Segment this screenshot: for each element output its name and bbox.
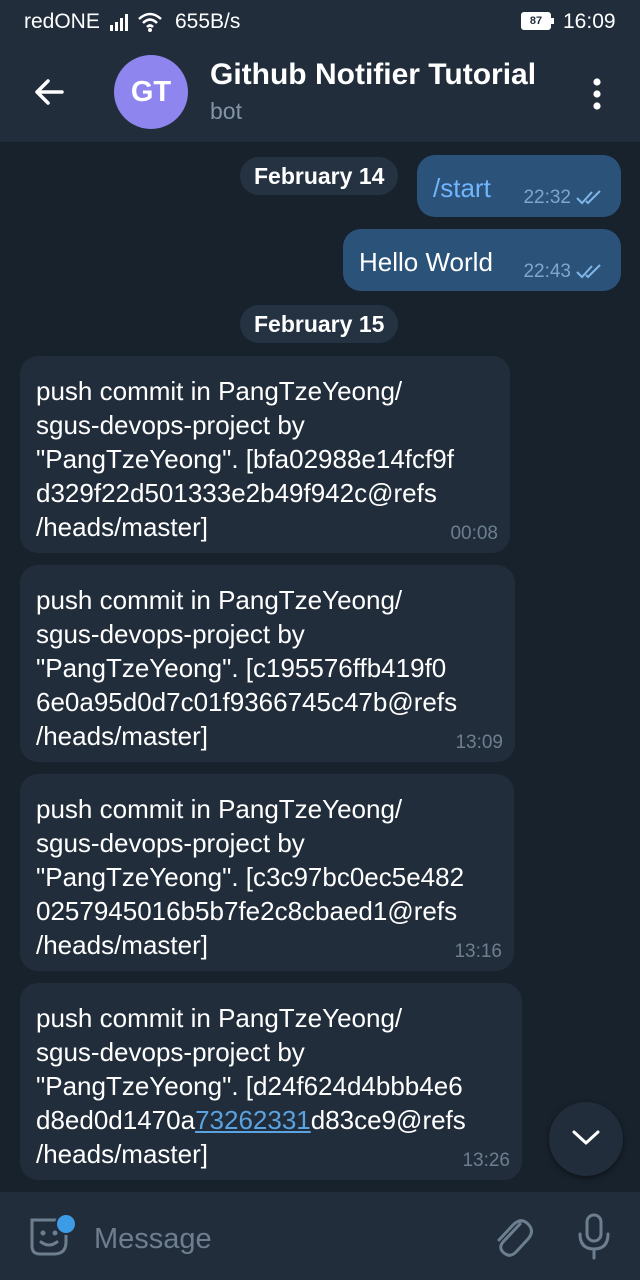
phone-link[interactable]: 73262331 — [195, 1105, 311, 1135]
text-line: sgus-devops-project by — [36, 1037, 305, 1067]
microphone-icon[interactable] — [574, 1212, 614, 1262]
battery-level: 87 — [523, 14, 549, 28]
notification-dot — [55, 1213, 77, 1235]
text-line: "PangTzeYeong". [c195576ffb419f0 — [36, 653, 447, 683]
date-separator: February 15 — [240, 305, 399, 343]
avatar[interactable]: GT — [114, 55, 188, 129]
attach-paperclip-icon[interactable] — [490, 1212, 534, 1260]
text-line: d329f22d501333e2b49f942c@refs — [36, 478, 437, 508]
more-vertical-icon[interactable] — [582, 74, 612, 114]
message-text: push commit in PangTzeYeong/ sgus-devops… — [36, 792, 464, 962]
scroll-down-button[interactable] — [549, 1102, 623, 1176]
message-time: 22:32 — [523, 187, 571, 208]
read-check-icon — [576, 264, 601, 279]
text-line: d8ed0d1470a — [36, 1105, 196, 1135]
chat-title[interactable]: Github Notifier Tutorial — [210, 58, 536, 92]
text-line: /heads/master] — [36, 512, 208, 542]
status-bar: redONE 655B/s 87 16:09 — [0, 0, 640, 44]
chat-header: redONE 655B/s 87 16:09 GT Github Notifie… — [0, 0, 640, 142]
text-line: /heads/master] — [36, 930, 208, 960]
message-time: 22:43 — [523, 261, 571, 282]
text-line: 6e0a95d0d7c01f9366745c47b@refs — [36, 687, 458, 717]
text-line: d83ce9@refs — [310, 1105, 466, 1135]
outgoing-message[interactable]: Hello World 22:43 — [343, 229, 621, 291]
read-check-icon — [576, 190, 601, 205]
message-input[interactable] — [92, 1214, 476, 1264]
text-line: sgus-devops-project by — [36, 619, 305, 649]
incoming-message[interactable]: push commit in PangTzeYeong/ sgus-devops… — [20, 774, 514, 971]
text-line: "PangTzeYeong". [bfa02988e14fcf9f — [36, 444, 454, 474]
back-arrow-icon[interactable] — [30, 72, 70, 112]
wifi-icon — [138, 12, 162, 32]
message-text: Hello World — [359, 247, 493, 277]
incoming-message[interactable]: push commit in PangTzeYeong/ sgus-devops… — [20, 565, 515, 762]
outgoing-message[interactable]: /start 22:32 — [417, 155, 621, 217]
message-time: 00:08 — [450, 523, 498, 544]
text-line: push commit in PangTzeYeong/ — [36, 1003, 403, 1033]
text-line: 0257945016b5b7fe2c8cbaed1@refs — [36, 896, 458, 926]
text-line: sgus-devops-project by — [36, 410, 305, 440]
chat-subtitle: bot — [210, 98, 242, 124]
clock: 16:09 — [563, 10, 616, 33]
text-line: /heads/master] — [36, 721, 208, 751]
carrier-label: redONE — [24, 10, 100, 33]
chevron-down-icon — [572, 1130, 600, 1145]
incoming-message[interactable]: push commit in PangTzeYeong/ sgus-devops… — [20, 983, 522, 1180]
message-time: 13:26 — [462, 1150, 510, 1171]
battery-icon: 87 — [521, 12, 554, 30]
signal-icon — [110, 14, 128, 31]
message-text: push commit in PangTzeYeong/ sgus-devops… — [36, 374, 454, 544]
text-line: push commit in PangTzeYeong/ — [36, 585, 403, 615]
message-text: push commit in PangTzeYeong/ sgus-devops… — [36, 1001, 466, 1171]
incoming-message[interactable]: push commit in PangTzeYeong/ sgus-devops… — [20, 356, 510, 553]
text-line: "PangTzeYeong". [d24f624d4bbb4e6 — [36, 1071, 463, 1101]
text-line: sgus-devops-project by — [36, 828, 305, 858]
text-line: "PangTzeYeong". [c3c97bc0ec5e482 — [36, 862, 465, 892]
network-speed: 655B/s — [175, 10, 241, 33]
avatar-initials: GT — [130, 75, 172, 108]
message-text[interactable]: /start — [433, 173, 491, 204]
message-time: 13:09 — [455, 732, 503, 753]
text-line: push commit in PangTzeYeong/ — [36, 376, 403, 406]
text-line: /heads/master] — [36, 1139, 208, 1169]
message-time: 13:16 — [454, 941, 502, 962]
text-line: push commit in PangTzeYeong/ — [36, 794, 403, 824]
date-separator: February 14 — [240, 157, 399, 195]
message-text: push commit in PangTzeYeong/ sgus-devops… — [36, 583, 457, 753]
